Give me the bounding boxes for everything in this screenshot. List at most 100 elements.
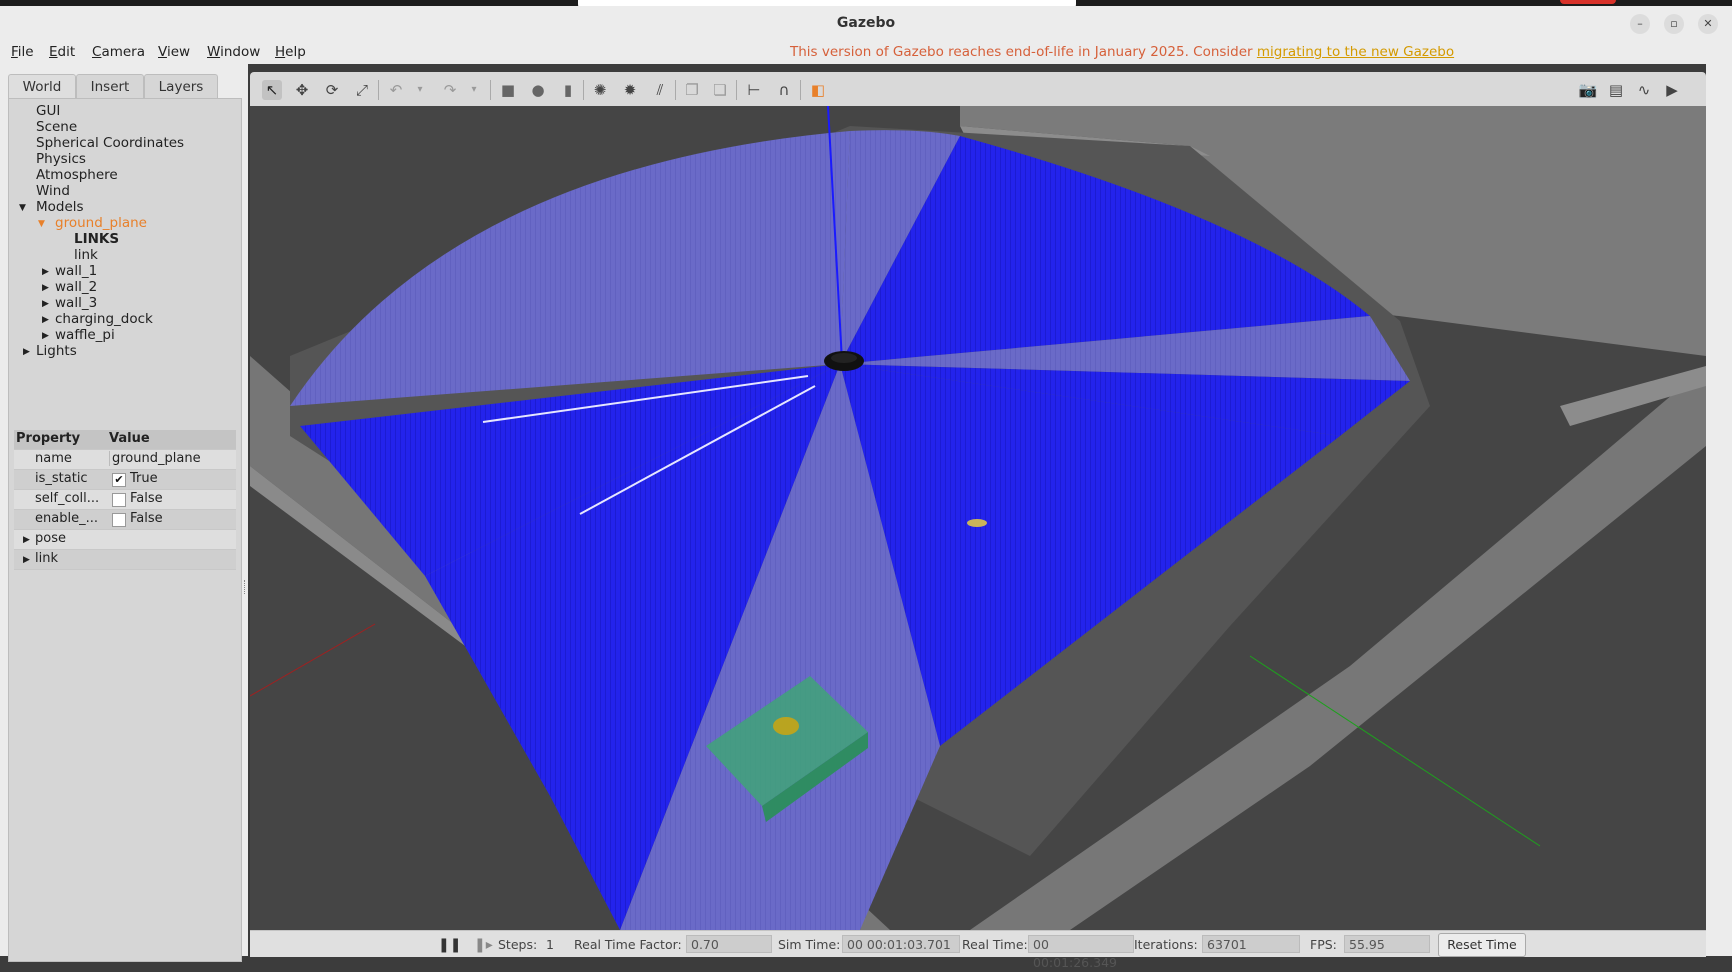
real-time-label: Real Time:: [962, 937, 1028, 952]
property-link: link: [35, 551, 58, 566]
select-mode-icon[interactable]: ↖: [262, 80, 282, 100]
fps-value: 55.95: [1344, 935, 1430, 953]
cylinder-shape-icon[interactable]: ▮: [558, 80, 578, 100]
migration-link[interactable]: migrating to the new Gazebo: [1257, 44, 1454, 60]
menu-window[interactable]: Window: [207, 44, 260, 60]
property-header: Property: [16, 431, 81, 446]
point-light-icon[interactable]: ✺: [590, 80, 610, 100]
directional-light-icon[interactable]: ⫽: [650, 80, 670, 100]
tree-item-wall-2[interactable]: wall_2: [55, 279, 97, 295]
view-angle-icon[interactable]: ◧: [808, 80, 828, 100]
log-icon[interactable]: ▤: [1606, 80, 1626, 100]
tree-item-link[interactable]: link: [74, 247, 98, 263]
record-video-icon[interactable]: ▶: [1662, 80, 1682, 100]
tree-item-models[interactable]: Models: [36, 199, 84, 215]
spot-light-icon[interactable]: ✹: [620, 80, 640, 100]
expand-ground-plane-icon[interactable]: ▼: [38, 219, 45, 229]
tree-item-wall-1[interactable]: wall_1: [55, 263, 97, 279]
paste-icon[interactable]: ❏: [710, 80, 730, 100]
tree-item-wall-3[interactable]: wall_3: [55, 295, 97, 311]
property-row-is-static[interactable]: is_static ✔ True: [14, 470, 236, 490]
eol-notice: This version of Gazebo reaches end-of-li…: [790, 44, 1454, 60]
tree-item-ground-plane[interactable]: ground_plane: [55, 215, 147, 231]
tree-item-scene[interactable]: Scene: [36, 119, 77, 135]
toolbar-separator: [490, 80, 491, 100]
rtf-label: Real Time Factor:: [574, 937, 682, 952]
menu-view[interactable]: View: [158, 44, 190, 60]
iterations-label: Iterations:: [1134, 937, 1198, 952]
undo-icon[interactable]: ↶: [386, 80, 406, 100]
snap-icon[interactable]: ∩: [774, 80, 794, 100]
dock-marker: [773, 717, 799, 735]
box-shape-icon[interactable]: ■: [498, 80, 518, 100]
expand-pose-icon[interactable]: ▶: [23, 535, 30, 545]
align-icon[interactable]: ⊢: [744, 80, 764, 100]
tree-item-physics[interactable]: Physics: [36, 151, 86, 167]
expand-models-icon[interactable]: ▼: [19, 203, 26, 213]
property-row-pose[interactable]: ▶ pose: [14, 530, 236, 550]
copy-icon[interactable]: ❐: [682, 80, 702, 100]
tree-item-lights[interactable]: Lights: [36, 343, 77, 359]
pause-icon[interactable]: ❚❚: [438, 937, 461, 953]
property-value: False: [130, 491, 163, 506]
iterations-value: 63701: [1202, 935, 1300, 953]
expand-link-icon[interactable]: ▶: [23, 555, 30, 565]
value-header: Value: [109, 431, 150, 446]
is-static-checkbox[interactable]: ✔: [112, 473, 126, 487]
window-title: Gazebo: [836, 15, 896, 31]
expand-charging-dock-icon[interactable]: ▶: [42, 315, 49, 325]
undo-dropdown-icon[interactable]: ▾: [410, 80, 430, 100]
property-name: self_coll...: [35, 491, 100, 506]
property-row-self-collide[interactable]: self_coll... False: [14, 490, 236, 510]
property-row-link[interactable]: ▶ link: [14, 550, 236, 570]
expand-lights-icon[interactable]: ▶: [23, 347, 30, 357]
translate-mode-icon[interactable]: ✥: [292, 80, 312, 100]
maximize-button[interactable]: ▫: [1664, 14, 1684, 34]
tab-insert[interactable]: Insert: [76, 74, 144, 99]
property-name: name: [35, 451, 72, 466]
minimize-button[interactable]: –: [1630, 14, 1650, 34]
tree-item-atmosphere[interactable]: Atmosphere: [36, 167, 118, 183]
expand-waffle-pi-icon[interactable]: ▶: [42, 331, 49, 341]
sim-time-label: Sim Time:: [778, 937, 841, 952]
scene-viewport[interactable]: [250, 106, 1706, 930]
screenshot-icon[interactable]: 📷: [1578, 80, 1598, 100]
tree-item-gui[interactable]: GUI: [36, 103, 60, 119]
property-name: enable_...: [35, 511, 98, 526]
menu-help[interactable]: Help: [275, 44, 306, 60]
toolbar-separator: [378, 80, 379, 100]
step-icon[interactable]: ❚▸: [474, 937, 493, 953]
property-name: is_static: [35, 471, 88, 486]
redo-dropdown-icon[interactable]: ▾: [464, 80, 484, 100]
tree-item-charging-dock[interactable]: charging_dock: [55, 311, 153, 327]
left-panel: World Insert Layers GUI Scene Spherical …: [0, 64, 248, 962]
tree-item-waffle-pi[interactable]: waffle_pi: [55, 327, 115, 343]
expand-wall3-icon[interactable]: ▶: [42, 299, 49, 309]
property-row-name[interactable]: name ground_plane: [14, 450, 236, 470]
rotate-mode-icon[interactable]: ⟳: [322, 80, 342, 100]
self-collide-checkbox[interactable]: [112, 493, 126, 507]
close-button[interactable]: ✕: [1698, 14, 1718, 34]
menu-file[interactable]: File: [11, 44, 34, 60]
fps-label: FPS:: [1310, 937, 1337, 952]
steps-value[interactable]: 1: [546, 937, 554, 952]
enable-wind-checkbox[interactable]: [112, 513, 126, 527]
menu-camera[interactable]: Camera: [92, 44, 145, 60]
property-row-enable-wind[interactable]: enable_... False: [14, 510, 236, 530]
reset-time-button[interactable]: Reset Time: [1438, 933, 1526, 957]
plot-icon[interactable]: ∿: [1634, 80, 1654, 100]
panel-splitter[interactable]: [244, 580, 247, 594]
property-value[interactable]: ground_plane: [109, 451, 201, 466]
tree-item-wind[interactable]: Wind: [36, 183, 70, 199]
menu-edit[interactable]: Edit: [49, 44, 75, 60]
sphere-shape-icon[interactable]: ●: [528, 80, 548, 100]
scale-mode-icon[interactable]: ⤢: [352, 80, 372, 100]
property-value: False: [130, 511, 163, 526]
redo-icon[interactable]: ↷: [440, 80, 460, 100]
tab-world[interactable]: World: [8, 74, 76, 99]
expand-wall1-icon[interactable]: ▶: [42, 267, 49, 277]
tab-layers[interactable]: Layers: [144, 74, 218, 99]
expand-wall2-icon[interactable]: ▶: [42, 283, 49, 293]
toolbar-separator: [583, 80, 584, 100]
tree-item-spherical[interactable]: Spherical Coordinates: [36, 135, 184, 151]
